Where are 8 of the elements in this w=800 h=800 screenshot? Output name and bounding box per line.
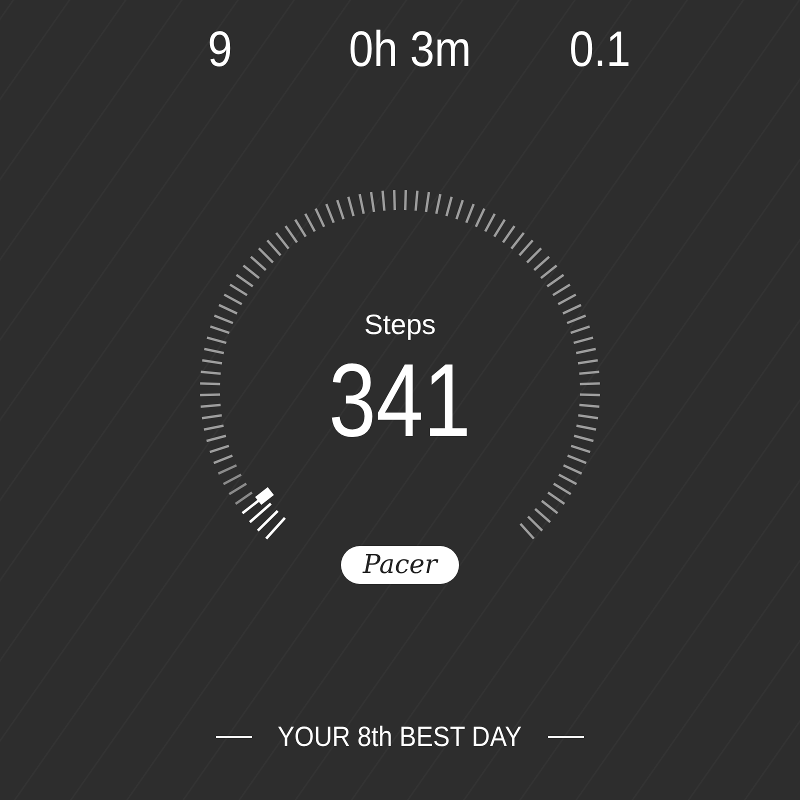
logo-badge: Pacer [340,546,460,584]
steps-label: Steps [364,308,436,342]
gauge-fill [242,487,286,540]
stat-value: 9 [206,20,234,78]
steps-count: 341 [328,346,472,456]
rank-text: YOUR 8th BEST DAY [278,720,522,754]
stat-value: 0.1 [568,20,632,78]
stat-value: 0h 3m [348,20,472,78]
